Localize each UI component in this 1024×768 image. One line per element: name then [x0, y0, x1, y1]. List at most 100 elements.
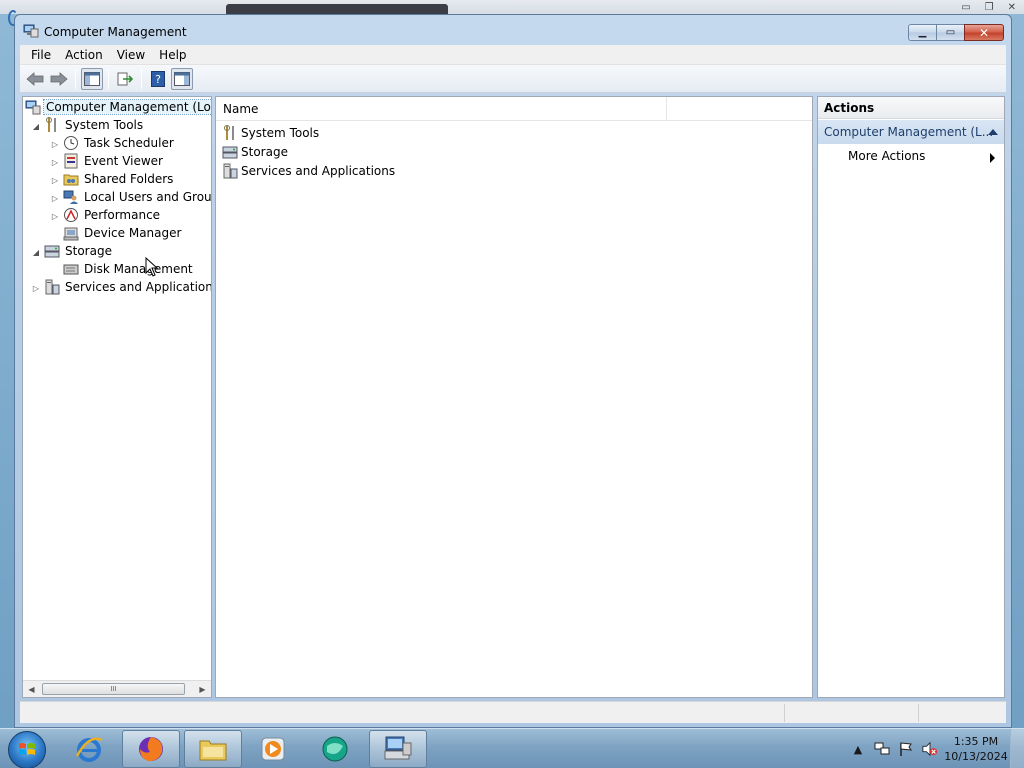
- computer-management-window: Computer Management ▁ ▭ ✕ File Action Vi…: [14, 14, 1012, 728]
- menu-file[interactable]: File: [24, 48, 58, 62]
- tree-item-performance[interactable]: Performance: [63, 206, 162, 224]
- back-button[interactable]: [24, 68, 46, 90]
- tools-icon: [222, 124, 238, 141]
- internet-explorer-icon: [75, 737, 103, 762]
- tree-item-system-tools[interactable]: System Tools: [44, 116, 145, 134]
- expand-arrow-icon[interactable]: ▷: [50, 175, 60, 185]
- tree-item-shared-folders[interactable]: Shared Folders: [63, 170, 175, 188]
- expand-arrow-icon[interactable]: ▷: [50, 193, 60, 203]
- status-bar: [20, 701, 1006, 723]
- taskbar-media-player[interactable]: [244, 730, 302, 768]
- expand-arrow-icon[interactable]: ▷: [50, 157, 60, 167]
- status-divider: [918, 704, 919, 722]
- tree-item-disk-management[interactable]: Disk Management: [63, 260, 195, 278]
- green-globe-app-icon: [322, 736, 348, 762]
- tree-item-computer-management[interactable]: Computer Management (Local: [25, 98, 211, 116]
- show-desktop-button[interactable]: [1010, 729, 1024, 768]
- event-viewer-icon: [63, 153, 79, 169]
- expand-arrow-icon[interactable]: ▷: [50, 211, 60, 221]
- services-icon: [222, 163, 238, 179]
- taskbar-file-explorer[interactable]: [184, 730, 242, 768]
- scroll-thumb[interactable]: III: [42, 683, 185, 695]
- svg-text:?: ?: [155, 73, 161, 86]
- toolbar-separator: [108, 68, 109, 89]
- back-arrow-icon: [26, 71, 44, 86]
- list-item-label: Storage: [241, 144, 288, 159]
- users-icon: [63, 189, 79, 205]
- taskbar-computer-management[interactable]: [369, 730, 427, 768]
- tree-item-local-users-and-groups[interactable]: Local Users and Groups: [63, 188, 211, 206]
- column-header-name[interactable]: Name: [216, 97, 667, 121]
- taskbar-firefox[interactable]: [122, 730, 180, 768]
- menu-help[interactable]: Help: [152, 48, 193, 62]
- disk-icon: [63, 261, 79, 277]
- minimize-button[interactable]: ▁: [908, 24, 937, 41]
- taskbar-clock[interactable]: 1:35 PM 10/13/2024: [942, 734, 1010, 764]
- list-item-system-tools[interactable]: System Tools: [222, 123, 319, 142]
- show-hide-action-pane-button[interactable]: [171, 67, 193, 90]
- taskbar-internet-explorer[interactable]: [60, 730, 118, 768]
- expand-arrow-icon[interactable]: ▷: [31, 283, 41, 293]
- collapse-up-icon[interactable]: [988, 129, 998, 135]
- actions-section-computer-management[interactable]: Computer Management (L...: [818, 120, 1004, 144]
- tree-item-label: Shared Folders: [84, 172, 174, 186]
- clock-icon: [63, 135, 79, 151]
- tree-item-label: Services and Applications: [65, 280, 212, 294]
- tree-horizontal-scrollbar[interactable]: ◀ III ▶: [23, 680, 211, 697]
- toolbar-separator: [141, 68, 142, 89]
- tree-item-label: Storage: [65, 244, 112, 258]
- export-list-icon: [117, 72, 133, 85]
- tree-item-task-scheduler[interactable]: Task Scheduler: [63, 134, 176, 152]
- submenu-arrow-icon: [990, 153, 995, 163]
- actions-section-label: Computer Management (L...: [824, 125, 994, 139]
- collapse-arrow-icon[interactable]: ◢: [31, 247, 41, 257]
- computer-management-icon: [23, 24, 39, 38]
- more-actions-item[interactable]: More Actions: [848, 147, 925, 165]
- content-pane[interactable]: Name System Tools Storage Services and A…: [215, 96, 813, 698]
- toolbar: ?: [20, 65, 1006, 93]
- help-button[interactable]: ?: [147, 68, 169, 90]
- tree-item-event-viewer[interactable]: Event Viewer: [63, 152, 165, 170]
- forward-arrow-icon: [50, 71, 68, 86]
- performance-icon: [63, 207, 79, 223]
- list-item-storage[interactable]: Storage: [222, 142, 288, 161]
- start-button[interactable]: [8, 731, 46, 768]
- taskbar-green-app[interactable]: [306, 730, 364, 768]
- console-tree-pane[interactable]: Computer Management (Local ◢ System Tool…: [22, 96, 212, 698]
- tree-item-label: Event Viewer: [84, 154, 163, 168]
- services-icon: [44, 279, 60, 295]
- action-center-flag-icon[interactable]: [898, 741, 914, 757]
- close-button[interactable]: ✕: [964, 24, 1004, 41]
- title-bar[interactable]: Computer Management ▁ ▭ ✕: [15, 15, 1011, 45]
- expand-arrow-icon[interactable]: ▷: [50, 139, 60, 149]
- actions-pane: Actions Computer Management (L... More A…: [817, 96, 1005, 698]
- computer-management-icon: [384, 736, 412, 760]
- folder-icon: [199, 740, 227, 761]
- scroll-right-arrow-icon[interactable]: ▶: [194, 681, 211, 697]
- menu-action[interactable]: Action: [58, 48, 110, 62]
- actions-header: Actions: [818, 97, 1004, 119]
- show-hidden-icons-icon[interactable]: ▲: [850, 741, 866, 757]
- tree-item-services-and-applications[interactable]: Services and Applications: [44, 278, 212, 296]
- list-item-services-and-applications[interactable]: Services and Applications: [222, 161, 395, 180]
- show-hide-console-tree-button[interactable]: [81, 67, 103, 90]
- device-manager-icon: [63, 225, 79, 241]
- menu-view[interactable]: View: [110, 48, 152, 62]
- computer-management-icon: [25, 99, 41, 115]
- network-icon[interactable]: [874, 741, 890, 757]
- system-tray: ▲ 1:35 PM 10/13/2024: [846, 729, 1024, 768]
- column-header-row: Name: [216, 97, 812, 121]
- scroll-left-arrow-icon[interactable]: ◀: [23, 681, 40, 697]
- media-player-icon: [261, 737, 285, 761]
- collapse-arrow-icon[interactable]: ◢: [31, 121, 41, 131]
- minimize-icon: ▁: [918, 27, 927, 38]
- maximize-button[interactable]: ▭: [936, 24, 965, 41]
- export-list-button[interactable]: [114, 68, 136, 90]
- list-item-label: Services and Applications: [241, 163, 396, 178]
- volume-muted-icon[interactable]: [922, 741, 938, 757]
- forward-button[interactable]: [48, 68, 70, 90]
- column-header-empty[interactable]: [668, 97, 812, 121]
- tree-item-storage[interactable]: Storage: [44, 242, 114, 260]
- tree-item-device-manager[interactable]: Device Manager: [63, 224, 183, 242]
- window-title: Computer Management: [44, 25, 187, 39]
